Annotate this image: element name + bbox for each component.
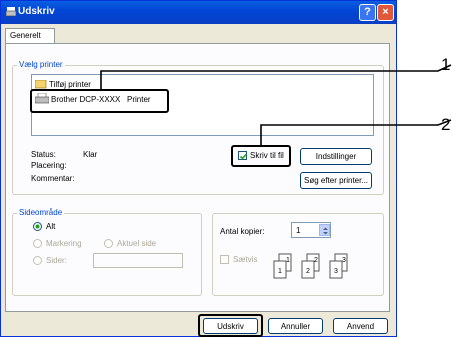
collate-page-number: 3 — [334, 268, 338, 275]
collate-page-number: 3 — [342, 257, 346, 264]
copies-input[interactable]: 1 — [291, 222, 331, 238]
collate-page-number: 1 — [286, 257, 290, 264]
add-printer-icon — [35, 80, 47, 89]
callout-number-2: 2 — [441, 115, 451, 134]
collate-checkbox[interactable] — [220, 255, 229, 264]
window-title: Udskriv — [18, 6, 55, 17]
callout-highlight-2 — [231, 145, 291, 167]
selection-radio[interactable] — [33, 239, 42, 248]
printer-group-legend: Vælg printer — [17, 60, 65, 69]
collate-page-number: 2 — [314, 257, 318, 264]
title-bar[interactable]: Udskriv ? × — [1, 1, 396, 24]
collate-illustration: 11 22 33 — [273, 253, 363, 283]
copies-spinner[interactable] — [319, 224, 330, 236]
printer-icon — [6, 6, 16, 18]
page-range-legend: Sideområde — [17, 208, 65, 217]
current-page-label: Aktuel side — [117, 239, 157, 248]
pages-input[interactable] — [93, 253, 183, 268]
apply-button[interactable]: Annuller — [268, 318, 323, 334]
close-button[interactable]: × — [377, 4, 394, 21]
all-radio[interactable] — [33, 222, 42, 231]
location-label: Placering: — [31, 161, 67, 170]
callout-highlight-1 — [30, 89, 169, 113]
status-label: Status: — [31, 150, 56, 159]
help-button[interactable]: ? — [359, 4, 376, 21]
cancel-button[interactable]: Anvend — [333, 318, 388, 334]
print-button-highlight — [198, 314, 263, 337]
settings-button[interactable]: Indstillinger — [300, 148, 372, 165]
selection-label: Markering — [46, 239, 82, 248]
collate-label: Sætvis — [233, 255, 258, 264]
current-page-radio[interactable] — [104, 239, 113, 248]
all-label[interactable]: Alt — [46, 222, 55, 231]
copies-label: Antal kopier: — [220, 227, 265, 236]
status-value: Klar — [83, 150, 98, 159]
copies-value: 1 — [296, 226, 301, 235]
pages-label: Sider: — [46, 256, 67, 265]
tab-generelt[interactable]: Generelt — [5, 28, 55, 44]
callout-number-1: 1 — [441, 55, 451, 74]
list-item[interactable]: Tilføj printer — [49, 80, 91, 89]
comment-label: Kommentar: — [31, 174, 75, 183]
collate-page-number: 1 — [278, 268, 282, 275]
find-printer-button[interactable]: Søg efter printer... — [300, 172, 372, 189]
collate-page-number: 2 — [306, 268, 310, 275]
pages-radio[interactable] — [33, 256, 42, 265]
